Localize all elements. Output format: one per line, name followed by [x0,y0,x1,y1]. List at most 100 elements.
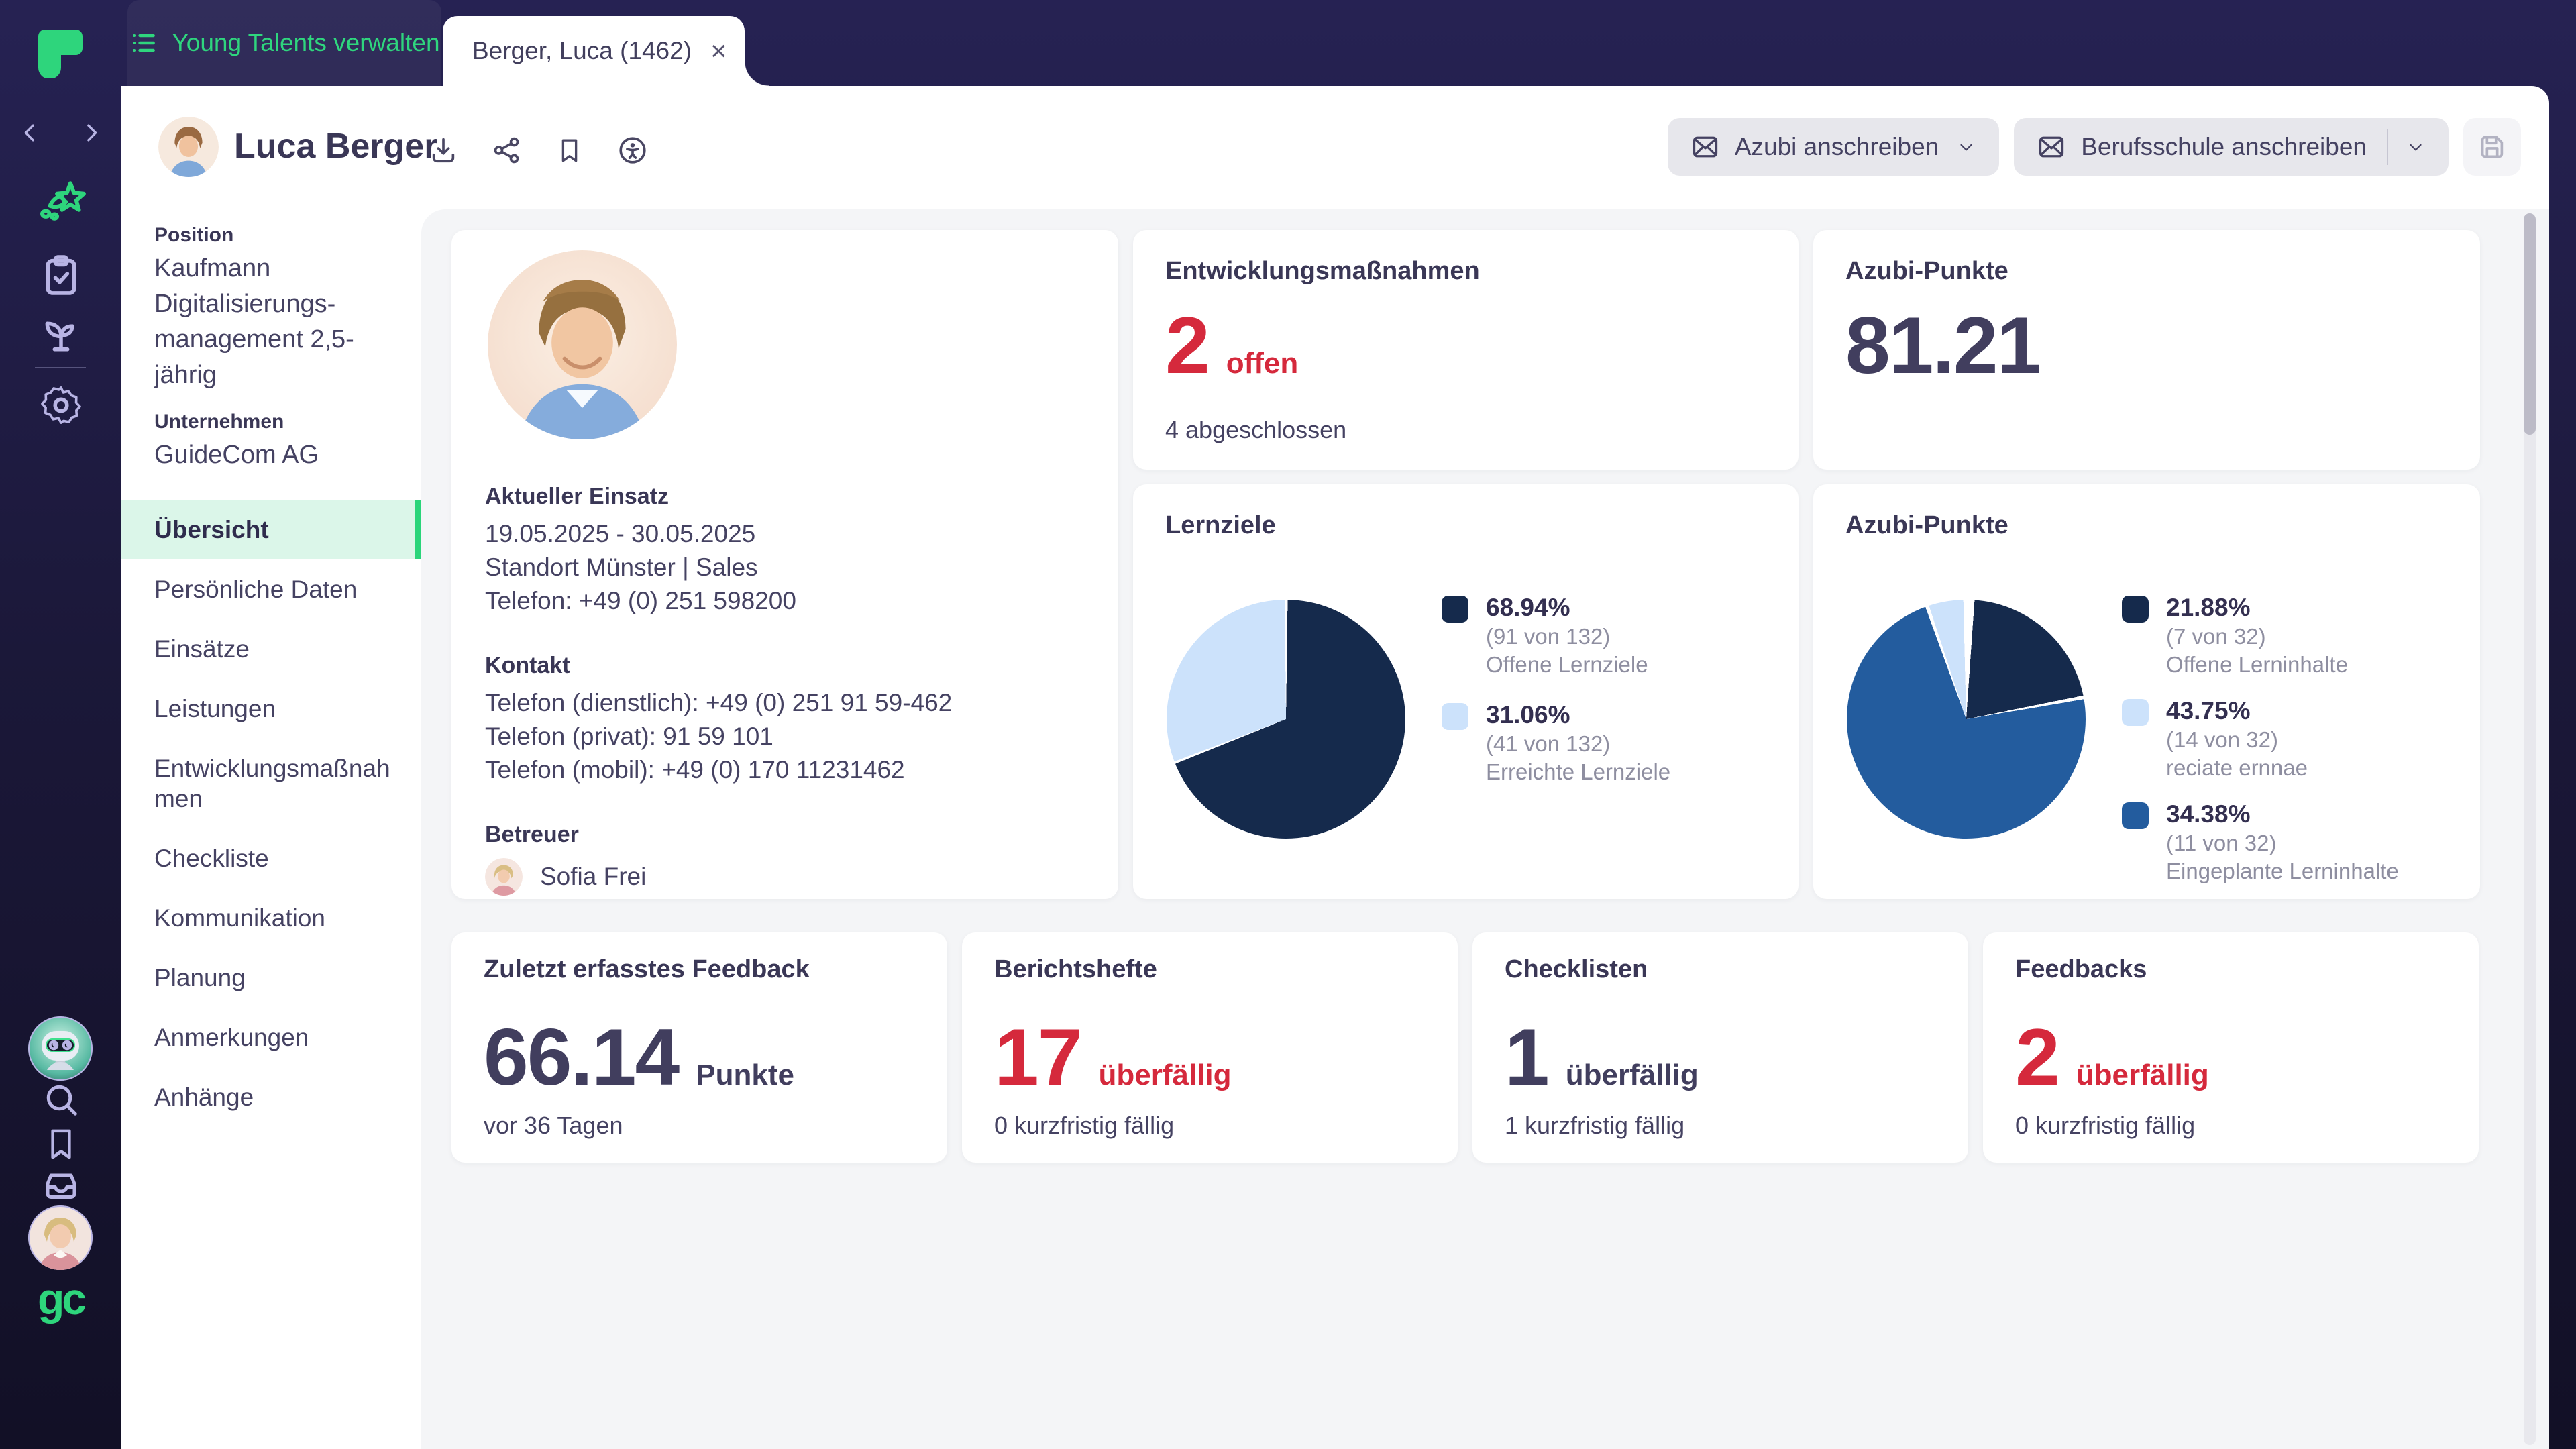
app-rail: gc [0,0,121,1449]
inbox-icon[interactable] [0,1163,121,1208]
development-sprout-icon[interactable] [0,307,121,358]
settings-gear-icon[interactable] [0,380,121,431]
nav-back-icon[interactable] [0,114,60,152]
tab-young-talents-label: Young Talents verwalten [172,29,439,57]
sidebar-item-planung[interactable]: Planung [121,948,421,1008]
legend-count: (7 von 32) [2166,623,2348,651]
ai-assistant-avatar[interactable] [28,1016,93,1081]
bookmarks-icon[interactable] [0,1122,121,1166]
search-icon[interactable] [0,1076,121,1123]
scrollbar-track[interactable] [2524,213,2536,1445]
feedbacks-card[interactable]: Feedbacks 2 überfällig 0 kurzfristig fäl… [1983,932,2479,1163]
legend-count: (41 von 132) [1486,730,1670,758]
tab-young-talents[interactable]: Young Talents verwalten [127,0,441,86]
reports-overdue-count: 17 [994,1017,1081,1097]
azubi-punkte-card[interactable]: Azubi-Punkte 81.21 [1813,230,2480,470]
card-title: Zuletzt erfasstes Feedback [484,955,810,984]
legend-percent: 68.94% [1486,593,1648,623]
position-value: Kaufmann Digitalisierungs-management 2,5… [154,251,394,393]
sidebar-item-anhaenge[interactable]: Anhänge [121,1067,421,1127]
lernziele-card[interactable]: Lernziele 68.94% (91 von 132) Offene Ler… [1133,484,1799,899]
berufsschule-anschreiben-button[interactable]: Berufsschule anschreiben [2014,118,2449,176]
mentor-label: Betreuer [485,818,1091,851]
sidebar-nav: Übersicht Persönliche Daten Einsätze Lei… [121,500,421,1127]
legend-percent: 21.88% [2166,593,2348,623]
legend-label: Offene Lerninhalte [2166,651,2348,679]
card-title: Lernziele [1165,511,1276,540]
legend-label: Offene Lernziele [1486,651,1648,679]
download-icon[interactable] [422,129,465,172]
azubi-punkte-legend: 21.88% (7 von 32) Offene Lerninhalte 43.… [2122,593,2399,885]
nav-forward-icon[interactable] [61,114,121,152]
guidecom-logo-icon[interactable] [37,28,84,78]
sidebar-item-kommunikation[interactable]: Kommunikation [121,888,421,948]
checklisten-card[interactable]: Checklisten 1 überfällig 1 kurzfristig f… [1472,932,1968,1163]
mail-icon [2037,132,2066,162]
current-assignment-group: Aktueller Einsatz 19.05.2025 - 30.05.202… [485,480,1091,618]
sidebar-item-persoenliche-daten[interactable]: Persönliche Daten [121,559,421,619]
legend-swatch-light [1442,703,1468,730]
tasks-clipboard-icon[interactable] [0,250,121,301]
phone-work: Telefon (dienstlich): +49 (0) 251 91 59-… [485,686,1091,720]
profile-card: Aktueller Einsatz 19.05.2025 - 30.05.202… [451,230,1118,899]
completed-measures-text: 4 abgeschlossen [1165,416,1346,444]
legend-label: Eingeplante Lerninhalte [2166,857,2399,885]
card-title: Azubi-Punkte [1845,511,2008,540]
contact-group: Kontakt Telefon (dienstlich): +49 (0) 25… [485,649,1091,787]
feedbacks-overdue-label: überfällig [2076,1059,2209,1092]
user-avatar[interactable] [28,1205,93,1270]
legend-percent: 43.75% [2166,696,2308,726]
open-measures-count: 2 [1165,305,1209,386]
tab-berger-luca[interactable]: Berger, Luca (1462) × [443,16,745,86]
sidebar-item-leistungen[interactable]: Leistungen [121,679,421,739]
phone-mobile: Telefon (mobil): +49 (0) 170 11231462 [485,753,1091,787]
header-buttons: Azubi anschreiben Berufsschule anschreib… [1668,118,2521,176]
tab-close-icon[interactable]: × [710,37,727,65]
mentor-name[interactable]: Sofia Frei [540,860,646,894]
save-button[interactable] [2463,118,2521,176]
mentor-avatar [485,858,523,896]
legend-swatch-dark [2122,596,2149,623]
bookmark-icon[interactable] [548,129,591,172]
legend-label: Erreichte Lernziele [1486,758,1670,786]
berufsschule-anschreiben-label: Berufsschule anschreiben [2081,133,2367,161]
share-icon[interactable] [485,129,528,172]
azubi-punkte-pie-card[interactable]: Azubi-Punkte 21.88% (7 von 32) Offene Le… [1813,484,2480,899]
rail-divider [35,367,86,368]
sidebar-item-checkliste[interactable]: Checkliste [121,828,421,888]
sidebar-item-uebersicht[interactable]: Übersicht [121,500,421,559]
profile-avatar-small [158,117,219,177]
legend-item: 34.38% (11 von 32) Eingeplante Lerninhal… [2122,800,2399,885]
card-title: Berichtshefte [994,955,1157,984]
phone-private: Telefon (privat): 91 59 101 [485,720,1091,753]
assignment-phone: Telefon: +49 (0) 251 598200 [485,584,1091,618]
sidebar-item-entwicklungsmassnahmen[interactable]: Entwicklungsmaßnahmen [121,739,421,828]
legend-swatch-light [2122,699,2149,726]
legend-percent: 34.38% [2166,800,2399,829]
entwicklungsmassnahmen-card[interactable]: Entwicklungsmaßnahmen 2 offen 4 abgeschl… [1133,230,1799,470]
feedback-card[interactable]: Zuletzt erfasstes Feedback 66.14 Punkte … [451,932,947,1163]
berichtshefte-card[interactable]: Berichtshefte 17 überfällig 0 kurzfristi… [962,932,1458,1163]
sidebar-item-anmerkungen[interactable]: Anmerkungen [121,1008,421,1067]
legend-swatch-medium [2122,802,2149,829]
company-label: Unternehmen [154,411,394,433]
legend-item: 68.94% (91 von 132) Offene Lernziele [1442,593,1670,679]
accessibility-icon[interactable] [611,129,654,172]
sidebar-item-einsaetze[interactable]: Einsätze [121,619,421,679]
overview-content: Aktueller Einsatz 19.05.2025 - 30.05.202… [421,209,2549,1449]
guidecom-wordmark: gc [0,1273,121,1324]
app-root: { "colors": { "accent_green": "#2ED57C",… [0,0,2576,1449]
scrollbar-thumb[interactable] [2524,213,2536,435]
feedback-points-label: Punkte [696,1059,794,1092]
mail-icon [1690,132,1720,162]
chevron-down-icon [1956,137,1976,157]
young-talents-module-icon[interactable] [0,170,121,227]
chevron-down-icon[interactable] [2406,137,2426,157]
contact-label: Kontakt [485,649,1091,682]
card-title: Entwicklungsmaßnahmen [1165,257,1480,286]
azubi-anschreiben-button[interactable]: Azubi anschreiben [1668,118,1999,176]
legend-item: 21.88% (7 von 32) Offene Lerninhalte [2122,593,2399,679]
legend-swatch-dark [1442,596,1468,623]
tab-berger-luca-label: Berger, Luca (1462) [472,37,692,65]
lernziele-pie-chart [1167,600,1405,839]
